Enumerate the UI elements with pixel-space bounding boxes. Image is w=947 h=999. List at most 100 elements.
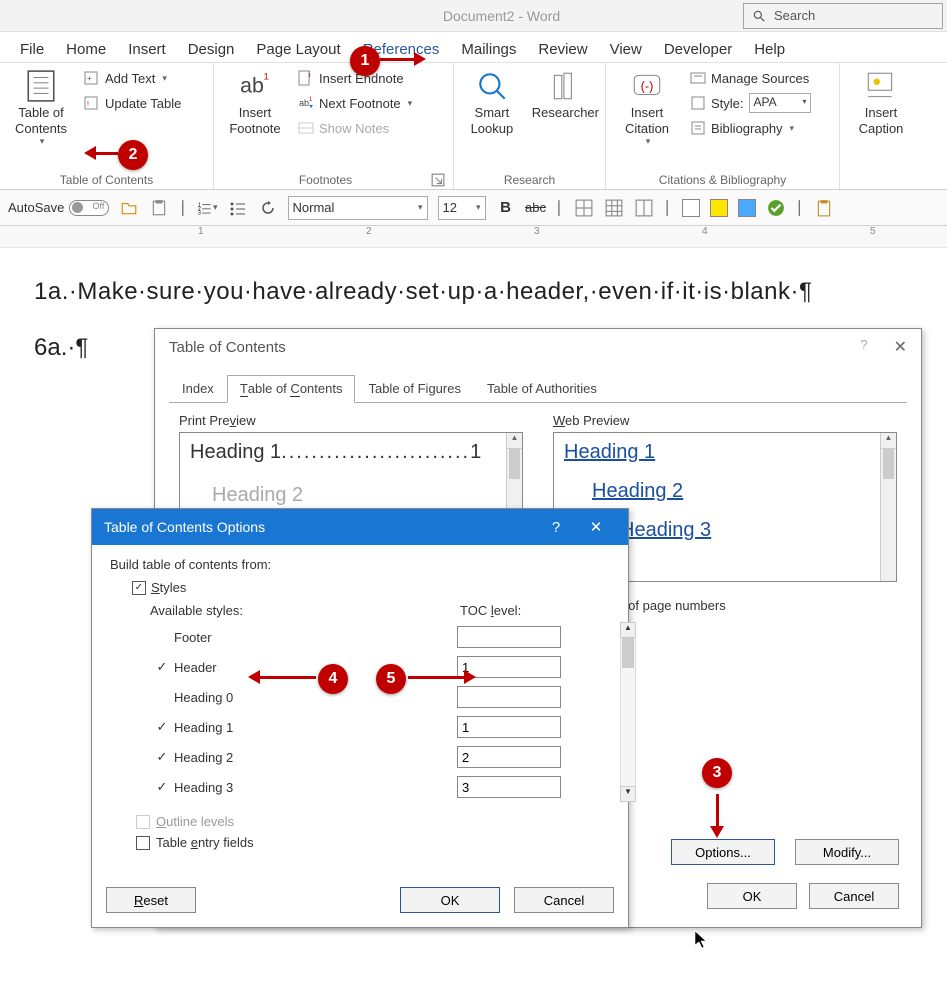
outline-levels-checkbox[interactable]: Outline levels [136, 814, 610, 829]
styles-checkbox[interactable]: ✓ Styles [132, 580, 610, 595]
manage-sources-label: Manage Sources [711, 71, 809, 86]
smart-lookup-button[interactable]: Smart Lookup [460, 67, 524, 136]
manage-sources-button[interactable]: Manage Sources [690, 67, 811, 89]
search-placeholder: Search [774, 8, 815, 23]
toc-level-input[interactable] [457, 776, 561, 798]
strikethrough-icon[interactable]: abc [526, 198, 546, 218]
style-row-name: Heading 3 [174, 780, 457, 795]
options-button[interactable]: Options... [671, 839, 775, 865]
smart-lookup-icon [475, 69, 509, 103]
toggle-switch[interactable]: Off [69, 200, 109, 216]
check-circle-icon[interactable] [766, 198, 786, 218]
clipboard-icon[interactable] [814, 198, 834, 218]
tab-index[interactable]: Index [169, 375, 227, 402]
toc-level-input[interactable] [457, 716, 561, 738]
close-icon[interactable]: ✕ [894, 337, 907, 357]
group-label-research: Research [460, 171, 599, 189]
tab-design[interactable]: Design [182, 37, 241, 62]
bullet-list-icon[interactable] [228, 198, 248, 218]
table-entry-fields-checkbox[interactable]: Table entry fields [136, 835, 610, 850]
style-name-select[interactable]: Normal▾ [288, 196, 428, 220]
toc-level-input[interactable] [457, 746, 561, 768]
opts-ok-button[interactable]: OK [400, 887, 500, 913]
tab-developer[interactable]: Developer [658, 37, 738, 62]
show-notes-button[interactable]: Show Notes [298, 117, 412, 139]
font-size-select[interactable]: 12▾ [438, 196, 486, 220]
tab-view[interactable]: View [604, 37, 648, 62]
style-row-name: Heading 2 [174, 750, 457, 765]
show-notes-label: Show Notes [319, 121, 389, 136]
tab-review[interactable]: Review [532, 37, 593, 62]
search-box[interactable]: Search [743, 3, 943, 29]
refresh-icon[interactable] [258, 198, 278, 218]
opts-cancel-button[interactable]: Cancel [514, 887, 614, 913]
modify-button[interactable]: Modify... [795, 839, 899, 865]
list-scrollbar[interactable]: ▲▼ [620, 622, 636, 802]
toc-level-input[interactable] [457, 686, 561, 708]
ribbon: Table of Contents + Add Text ! Update Ta… [0, 62, 947, 190]
build-from-label: Build table of contents from: [110, 557, 610, 572]
web-preview-h1[interactable]: Heading 1 [564, 441, 886, 464]
svg-text:1: 1 [309, 97, 313, 103]
open-icon[interactable] [119, 198, 139, 218]
citation-style-select[interactable]: Style: APA ▾ [690, 92, 811, 114]
group-citations: (-) Insert Citation Manage Sources Style… [606, 63, 840, 190]
web-preview-label: Web Preview [553, 413, 897, 428]
group-label-captions [846, 185, 934, 189]
horizontal-ruler[interactable]: 1 2 3 4 5 [0, 226, 947, 248]
svg-text:3: 3 [198, 210, 201, 215]
dialog-title: Table of Contents [169, 339, 286, 356]
bold-icon[interactable]: B [496, 198, 516, 218]
bibliography-label: Bibliography [711, 121, 783, 136]
table-icon-3[interactable] [634, 198, 654, 218]
print-preview-label: Print Preview [179, 413, 523, 428]
svg-text:ab: ab [299, 98, 309, 108]
reset-button[interactable]: Reset [106, 887, 196, 913]
tab-mailings[interactable]: Mailings [455, 37, 522, 62]
color-swatch-blue[interactable] [738, 199, 756, 217]
help-icon[interactable]: ? [536, 519, 576, 536]
group-label-footnotes: Footnotes [220, 171, 431, 189]
tab-file[interactable]: File [14, 37, 50, 62]
annotation-4: 4 [318, 664, 348, 694]
update-icon: ! [84, 95, 100, 111]
tab-toc[interactable]: Table of Contents [227, 375, 356, 403]
toc-level-input[interactable] [457, 626, 561, 648]
tab-home[interactable]: Home [60, 37, 112, 62]
tab-authorities[interactable]: Table of Authorities [474, 375, 610, 402]
table-of-contents-button[interactable]: Table of Contents [6, 67, 76, 147]
researcher-button[interactable]: Researcher [532, 67, 599, 136]
group-captions: Insert Caption [840, 63, 940, 190]
web-preview-h3[interactable]: Heading 3 [620, 519, 886, 542]
tab-layout[interactable]: Page Layout [250, 37, 346, 62]
tab-figures[interactable]: Table of Figures [355, 375, 474, 402]
insert-footnote-button[interactable]: ab1 Insert Footnote [220, 67, 290, 139]
color-swatch-yellow[interactable] [710, 199, 728, 217]
autosave-toggle[interactable]: AutoSave Off [8, 200, 109, 216]
dialog-launcher-icon[interactable] [431, 173, 445, 187]
insert-citation-button[interactable]: (-) Insert Citation [612, 67, 682, 147]
tab-help[interactable]: Help [748, 37, 791, 62]
bibliography-button[interactable]: Bibliography [690, 117, 811, 139]
insert-caption-button[interactable]: Insert Caption [846, 67, 916, 136]
toc-cancel-button[interactable]: Cancel [809, 883, 899, 909]
style-value: APA [754, 95, 777, 109]
update-table-button[interactable]: ! Update Table [84, 92, 181, 114]
style-dropdown[interactable]: APA ▾ [749, 93, 811, 113]
toc-ok-button[interactable]: OK [707, 883, 797, 909]
web-preview-h2[interactable]: Heading 2 [592, 480, 886, 503]
next-footnote-button[interactable]: ab1 Next Footnote [298, 92, 412, 114]
add-text-button[interactable]: + Add Text [84, 67, 181, 89]
tab-insert[interactable]: Insert [122, 37, 172, 62]
svg-text:1: 1 [264, 72, 269, 83]
table-icon-2[interactable] [604, 198, 624, 218]
paste-icon[interactable] [149, 198, 169, 218]
help-icon[interactable]: ? [860, 337, 867, 357]
next-footnote-label: Next Footnote [319, 96, 401, 111]
numbered-list-icon[interactable]: 123 [198, 198, 218, 218]
table-icon-1[interactable] [574, 198, 594, 218]
insert-footnote-label: Insert Footnote [229, 105, 280, 136]
close-icon[interactable]: ✕ [576, 518, 616, 536]
color-swatch-white[interactable] [682, 199, 700, 217]
scrollbar[interactable]: ▲ [880, 433, 896, 581]
